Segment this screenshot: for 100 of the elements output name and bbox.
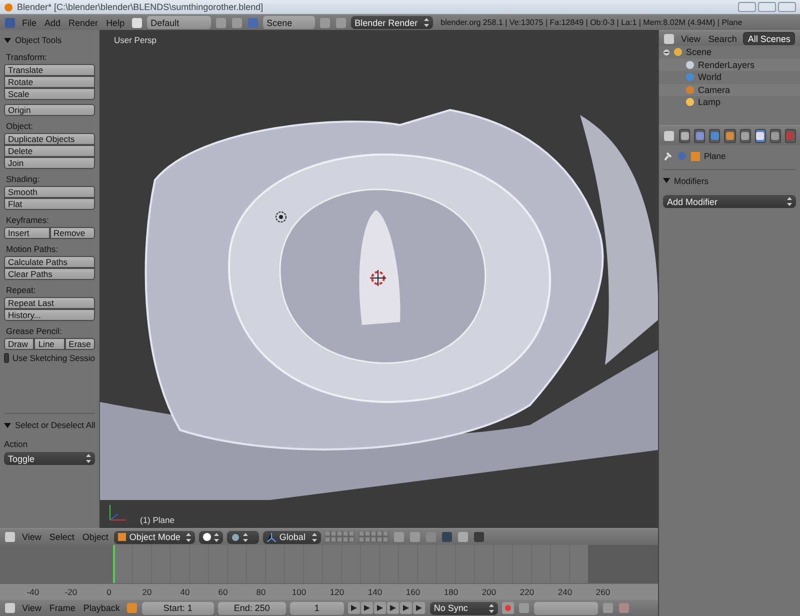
tool-button[interactable]: History...: [4, 309, 95, 321]
menu-item[interactable]: View: [20, 532, 44, 542]
properties-tab[interactable]: [724, 128, 736, 142]
menu-item[interactable]: View: [20, 603, 44, 613]
menu-item[interactable]: Add: [42, 18, 63, 28]
3d-cursor-icon: [370, 270, 386, 286]
menu-item[interactable]: File: [20, 18, 39, 28]
add-modifier-dropdown[interactable]: Add Modifier: [663, 195, 796, 208]
outliner-item[interactable]: World: [698, 72, 722, 82]
panel-title[interactable]: Modifiers: [674, 176, 708, 186]
group-label: Keyframes:: [6, 215, 50, 225]
properties-tab[interactable]: [694, 128, 706, 142]
tool-button[interactable]: Repeat Last: [4, 297, 95, 309]
playback-controls-icon: [348, 602, 426, 614]
outliner-item[interactable]: Lamp: [698, 97, 721, 108]
tool-button[interactable]: Duplicate Objects: [4, 133, 95, 145]
updown-arrows-icon: [243, 532, 248, 542]
menu-item[interactable]: Search: [706, 34, 739, 44]
tool-button[interactable]: Calculate Paths: [4, 256, 95, 268]
menu-item[interactable]: Render: [66, 18, 100, 28]
tool-button[interactable]: Clear Paths: [4, 268, 95, 280]
frame-tick-label: 140: [366, 586, 384, 596]
updown-arrows-icon: [488, 604, 494, 612]
view-label: User Persp: [114, 35, 157, 45]
checkbox[interactable]: [4, 353, 10, 363]
updown-arrows-icon: [214, 532, 220, 542]
frame-tick-label: 160: [404, 586, 422, 596]
breadcrumb-label: Plane: [704, 151, 726, 161]
tool-button[interactable]: Origin: [4, 104, 95, 116]
menu-item[interactable]: Frame: [47, 603, 78, 613]
axes-icon: [267, 532, 276, 542]
frame-tick-label: 180: [442, 586, 460, 596]
properties-tab[interactable]: [740, 128, 751, 142]
updown-arrows-icon: [787, 197, 792, 206]
frame-tick-label: 40: [179, 586, 191, 596]
orientation-dropdown[interactable]: Global: [263, 530, 322, 544]
frame-tick-label: 20: [141, 586, 153, 596]
properties-tab[interactable]: [770, 128, 781, 142]
end-frame-field[interactable]: End: 250: [218, 602, 286, 614]
filter-button[interactable]: All Scenes: [742, 32, 796, 45]
frame-tick-label: -20: [64, 586, 78, 596]
scene-statistics: blender.org 258.1 | Ve:13075 | Fa:12849 | Ob:0-3 | La:1 | Mem:8.02M (4.94M) | Plane: [440, 18, 742, 27]
object-label: (1) Plane: [140, 515, 174, 525]
group-label: Motion Paths:: [6, 244, 59, 254]
panel-title[interactable]: Select or Deselect All: [15, 420, 96, 430]
minimize-button[interactable]: [738, 2, 756, 12]
pivot-dropdown[interactable]: [227, 530, 260, 544]
menu-item[interactable]: View: [679, 34, 702, 44]
menu-item[interactable]: Object: [80, 532, 110, 542]
render-engine-dropdown[interactable]: Blender Render: [350, 16, 433, 29]
record-icon: [502, 602, 514, 614]
frame-tick-label: 100: [290, 586, 308, 596]
updown-arrows-icon: [312, 532, 318, 542]
tool-button[interactable]: Line: [34, 338, 65, 350]
outliner-item[interactable]: Scene: [686, 47, 712, 58]
frame-tick-label: -40: [26, 586, 40, 596]
tool-button[interactable]: Flat: [4, 198, 95, 210]
shading-dropdown[interactable]: [199, 530, 224, 544]
layout-field[interactable]: Default: [146, 16, 211, 29]
action-dropdown[interactable]: Toggle: [4, 452, 95, 465]
window-title: Blender* [C:\blender\blender\BLENDS\sumthingorother.blend]: [17, 2, 264, 12]
tool-button[interactable]: Remove: [50, 227, 95, 239]
tool-button[interactable]: Rotate: [4, 76, 95, 88]
start-frame-field[interactable]: Start: 1: [142, 602, 214, 614]
properties-tab[interactable]: [754, 128, 766, 142]
updown-arrows-icon: [86, 454, 91, 463]
updown-arrows-icon: [424, 18, 429, 27]
menu-item[interactable]: Help: [104, 18, 127, 28]
tool-button[interactable]: Delete: [4, 145, 95, 157]
group-label: Grease Pencil:: [6, 326, 63, 336]
frame-tick-label: 120: [328, 586, 346, 596]
updown-arrows-icon: [186, 532, 192, 542]
tool-button[interactable]: Translate: [4, 64, 95, 76]
checkbox-label: Use Sketching Sessio: [12, 353, 95, 363]
app-logo-icon: [4, 2, 13, 12]
tool-button[interactable]: Smooth: [4, 186, 95, 198]
close-button[interactable]: [778, 2, 796, 12]
field-label: Action: [4, 439, 29, 449]
keying-set-field[interactable]: [534, 602, 598, 614]
maximize-button[interactable]: [758, 2, 776, 12]
mode-dropdown[interactable]: Object Mode: [114, 530, 196, 544]
properties-tab[interactable]: [679, 128, 690, 142]
tool-button[interactable]: Erase: [64, 338, 95, 350]
tool-button[interactable]: Draw: [4, 338, 34, 350]
tool-button[interactable]: Insert: [4, 227, 50, 239]
scene-field[interactable]: Scene: [262, 16, 315, 29]
sync-dropdown[interactable]: No Sync: [430, 602, 498, 614]
menu-item[interactable]: Playback: [81, 603, 122, 613]
tool-button[interactable]: Scale: [4, 88, 95, 100]
frame-tick-label: 0: [106, 586, 112, 596]
tool-button[interactable]: Join: [4, 157, 95, 169]
frame-tick-label: 260: [594, 586, 612, 596]
panel-title[interactable]: Object Tools: [15, 35, 62, 45]
current-frame-field[interactable]: 1: [290, 602, 344, 614]
frame-tick-label: 60: [217, 586, 229, 596]
group-label: Repeat:: [6, 285, 37, 295]
group-label: Transform:: [6, 52, 48, 62]
outliner-item[interactable]: Camera: [698, 84, 730, 95]
menu-item[interactable]: Select: [47, 532, 76, 542]
frame-tick-label: 80: [255, 586, 267, 596]
